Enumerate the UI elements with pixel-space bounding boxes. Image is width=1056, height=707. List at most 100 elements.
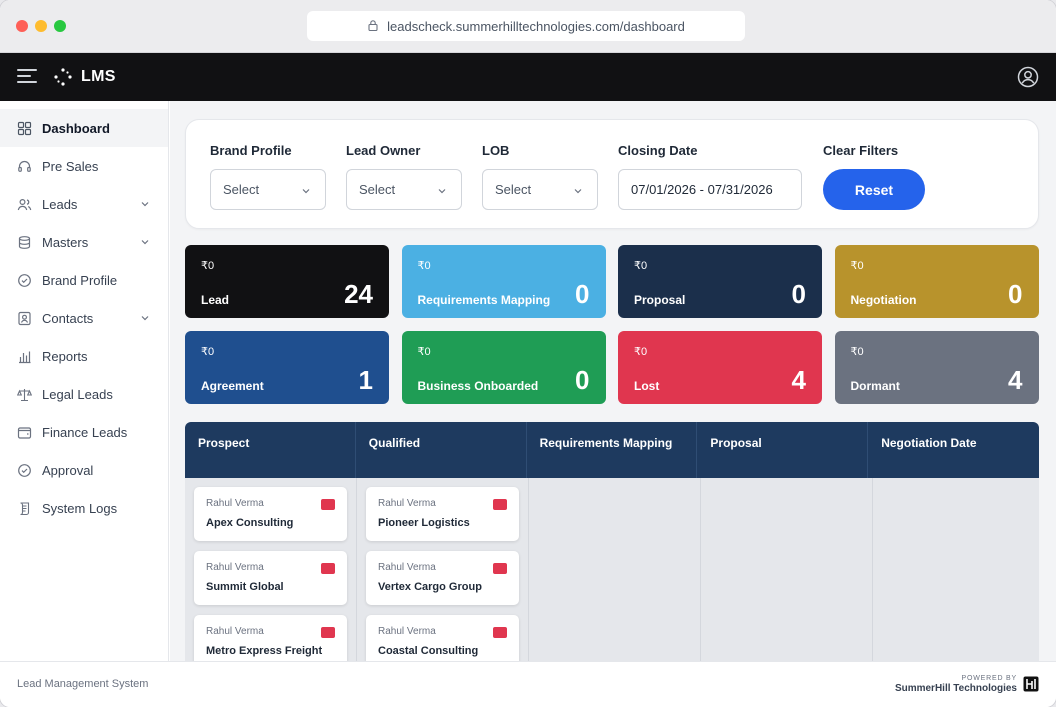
column-negotiation-date <box>873 478 1039 661</box>
lead-card[interactable]: Rahul Verma Coastal Consulting <box>366 615 519 661</box>
close-window-button[interactable] <box>16 20 28 32</box>
lob-select[interactable]: Select <box>482 169 598 210</box>
address-bar[interactable]: leadscheck.summerhilltechnologies.com/da… <box>307 11 745 41</box>
lead-company-name: Vertex Cargo Group <box>378 581 482 593</box>
stage-count: 4 <box>1008 365 1023 395</box>
sidebar-item-finance-leads[interactable]: Finance Leads <box>0 413 168 451</box>
bar-chart-icon <box>17 349 32 364</box>
summerhill-logo-icon <box>1023 676 1039 692</box>
contact-card-icon <box>17 311 32 326</box>
stage-card-dormant[interactable]: ₹0 Dormant 4 <box>834 331 1039 404</box>
stage-count: 0 <box>1008 279 1023 309</box>
stage-amount: ₹0 <box>850 260 864 272</box>
lead-owner-name: Rahul Verma <box>206 498 264 509</box>
browser-window: leadscheck.summerhilltechnologies.com/da… <box>0 0 1056 707</box>
stage-amount: ₹0 <box>850 346 864 358</box>
closing-date-filter: Closing Date 07/01/2026 - 07/31/2026 <box>618 143 802 210</box>
top-navbar: LMS <box>0 53 1056 101</box>
stage-count: 0 <box>575 279 590 309</box>
sidebar-item-label: Dashboard <box>42 120 110 136</box>
dashboard-grid-icon <box>17 121 32 136</box>
sidebar-item-label: Brand Profile <box>42 272 118 288</box>
closing-date-value: 07/01/2026 - 07/31/2026 <box>631 182 773 197</box>
lead-owner-name: Rahul Verma <box>206 562 264 573</box>
sidebar-item-leads[interactable]: Leads <box>0 185 168 223</box>
sidebar-item-legal-leads[interactable]: Legal Leads <box>0 375 168 413</box>
stage-amount: ₹0 <box>201 346 215 358</box>
lead-card[interactable]: Rahul Verma Summit Global <box>194 551 347 605</box>
database-icon <box>17 235 32 250</box>
sidebar-item-label: Contacts <box>42 310 94 326</box>
stage-label: Proposal <box>634 293 686 307</box>
stage-count: 24 <box>344 279 373 309</box>
closing-date-input[interactable]: 07/01/2026 - 07/31/2026 <box>618 169 802 210</box>
users-icon <box>17 197 32 212</box>
lead-owner-name: Rahul Verma <box>378 498 436 509</box>
sidebar-item-contacts[interactable]: Contacts <box>0 299 168 337</box>
user-profile-icon[interactable] <box>1017 66 1039 88</box>
lead-company-name: Metro Express Freight <box>206 645 323 657</box>
priority-flag-icon <box>321 563 335 574</box>
minimize-window-button[interactable] <box>35 20 47 32</box>
sidebar-item-dashboard[interactable]: Dashboard <box>0 109 168 147</box>
reset-button[interactable]: Reset <box>823 169 925 210</box>
sidebar-item-system-logs[interactable]: System Logs <box>0 489 168 527</box>
lead-company-name: Apex Consulting <box>206 517 294 529</box>
browser-toolbar: leadscheck.summerhilltechnologies.com/da… <box>0 0 1056 53</box>
lead-owner-name: Rahul Verma <box>378 562 436 573</box>
column-header-qualified: Qualified <box>356 422 527 478</box>
priority-flag-icon <box>321 627 335 638</box>
chevron-down-icon <box>141 240 149 245</box>
filter-panel: Brand Profile Select Lead Owner Select L… <box>185 119 1039 229</box>
pipeline-board: Prospect Qualified Requirements Mapping Pro… <box>185 422 1039 661</box>
stage-card-requirements-mapping[interactable]: ₹0 Requirements Mapping 0 <box>401 245 606 318</box>
stage-count: 0 <box>791 279 806 309</box>
app-title[interactable]: LMS <box>81 68 116 86</box>
sidebar-item-masters[interactable]: Masters <box>0 223 168 261</box>
stage-label: Requirements Mapping <box>417 293 551 307</box>
stage-card-agreement[interactable]: ₹0 Agreement 1 <box>185 331 389 404</box>
maximize-window-button[interactable] <box>54 20 66 32</box>
lead-card[interactable]: Rahul Verma Metro Express Freight <box>194 615 347 661</box>
clear-filters-label: Clear Filters <box>823 143 899 158</box>
lead-card[interactable]: Rahul Verma Pioneer Logistics <box>366 487 519 541</box>
priority-flag-icon <box>493 563 507 574</box>
lead-company-name: Coastal Consulting <box>378 645 479 657</box>
footer: Lead Management System POWERED BY Summer… <box>0 661 1056 707</box>
sidebar-item-label: Leads <box>42 196 78 212</box>
pipeline-header: Prospect Qualified Requirements Mapping Pro… <box>185 422 1039 478</box>
powered-by-label: POWERED BY <box>961 675 1017 682</box>
stage-card-lost[interactable]: ₹0 Lost 4 <box>618 331 822 404</box>
lock-icon <box>367 19 379 34</box>
stage-card-lead[interactable]: ₹0 Lead 24 <box>185 245 389 318</box>
lead-owner-select[interactable]: Select <box>346 169 462 210</box>
brand-profile-filter: Brand Profile Select <box>210 143 326 210</box>
brand-profile-select[interactable]: Select <box>210 169 326 210</box>
sidebar-item-pre-sales[interactable]: Pre Sales <box>0 147 168 185</box>
stage-amount: ₹0 <box>634 346 648 358</box>
sidebar-item-brand-profile[interactable]: Brand Profile <box>0 261 168 299</box>
lead-card[interactable]: Rahul Verma Apex Consulting <box>194 487 347 541</box>
sidebar-item-label: Masters <box>42 234 89 250</box>
brand-profile-value: Select <box>223 182 260 197</box>
stage-label: Lost <box>634 379 660 393</box>
stage-card-business-onboarded[interactable]: ₹0 Business Onboarded 0 <box>401 331 606 404</box>
lead-card[interactable]: Rahul Verma Vertex Cargo Group <box>366 551 519 605</box>
sidebar-item-reports[interactable]: Reports <box>0 337 168 375</box>
lead-owner-name: Rahul Verma <box>378 626 436 637</box>
stage-count: 0 <box>575 365 590 395</box>
stage-label: Agreement <box>201 379 264 393</box>
sidebar-item-approval[interactable]: Approval <box>0 451 168 489</box>
footer-brand-name[interactable]: SummerHill Technologies <box>895 683 1017 694</box>
stage-card-proposal[interactable]: ₹0 Proposal 0 <box>618 245 822 318</box>
dashboard-main: Brand Profile Select Lead Owner Select L… <box>170 101 1056 661</box>
wallet-icon <box>17 425 32 440</box>
headset-icon <box>17 159 32 174</box>
lead-owner-name: Rahul Verma <box>206 626 264 637</box>
lead-owner-value: Select <box>359 182 396 197</box>
stage-card-negotiation[interactable]: ₹0 Negotiation 0 <box>834 245 1039 318</box>
sidebar: Dashboard Pre Sales Leads Masters Brand Prof… <box>0 101 169 661</box>
stage-label: Lead <box>201 293 230 307</box>
menu-toggle-icon[interactable] <box>17 69 37 85</box>
scale-icon <box>17 387 32 402</box>
